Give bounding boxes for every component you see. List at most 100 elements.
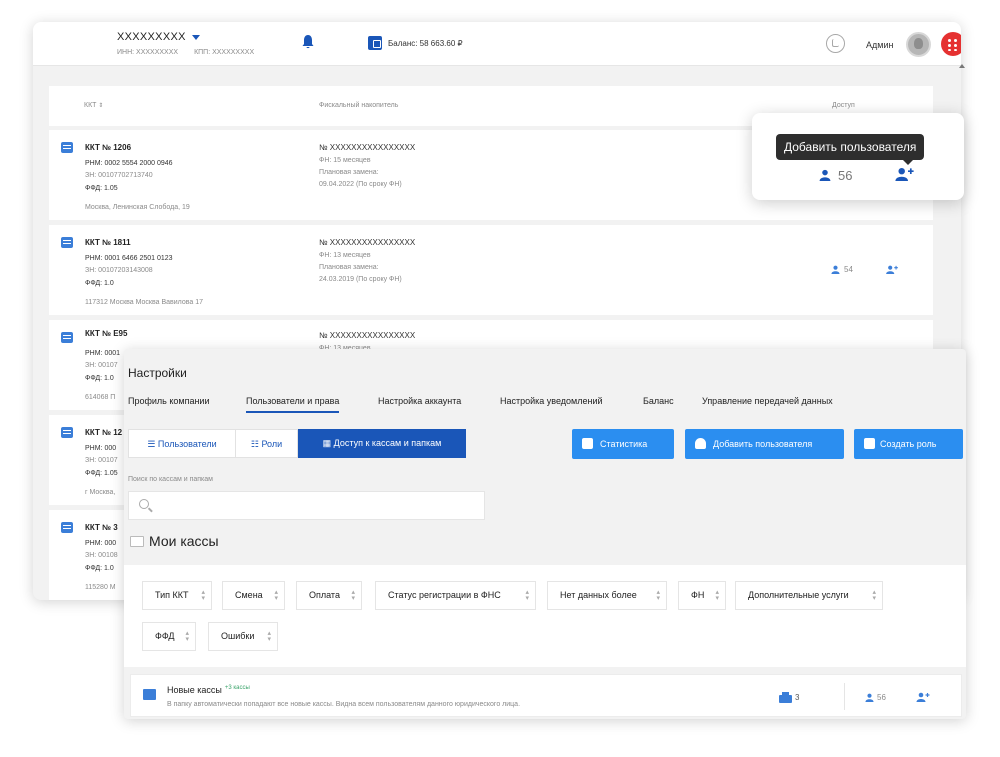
user-icon [819,169,831,181]
kkt-icon [61,332,73,343]
add-user-icon[interactable] [885,265,899,274]
kkt-zn: ЗН: 00107702713740 [85,172,153,179]
kkt-zn: ЗН: 00107203143008 [85,267,153,274]
fn-term: ФН: 15 месяцев [319,157,371,164]
chevron-down-icon [191,34,200,40]
kkt-rnm: РНМ: 0002 5554 2000 0946 [85,160,173,167]
filter-bar: Тип ККТ ▴ ▾ Смена ▴ ▾ Оплата ▴ ▾ Статус регист… [124,565,966,667]
search-input[interactable] [128,491,485,520]
org-selector[interactable]: XXXXXXXXX [117,31,200,43]
filter-kkt-type[interactable]: Тип ККТ ▴ ▾ [142,581,212,610]
filter-shift[interactable]: Смена ▴ ▾ [222,581,285,610]
add-user-icon[interactable] [894,167,915,181]
tab-users-rights[interactable]: Пользователи и права [246,396,340,413]
kkt-name: ККТ № 3 [85,523,118,532]
org-details: ИНН: XXXXXXXXX КПП: XXXXXXXXX [117,49,270,56]
add-user-icon[interactable] [916,692,930,702]
page-title: Настройки [128,366,187,380]
kkt-address: 614068 П [85,394,116,401]
create-role-button[interactable]: Создать роль [854,429,963,459]
folder-row[interactable]: Новые кассы +3 кассы В папку автоматическ… [130,674,962,717]
column-access: Доступ [832,102,855,109]
table-row[interactable]: ККТ № 1811 РНМ: 0001 6466 2501 0123 ЗН: … [49,225,933,315]
user-icon [865,693,874,702]
fn-number: № XXXXXXXXXXXXXXXX [319,331,416,340]
tab-account-settings[interactable]: Настройка аккаунта [378,396,461,406]
kkt-name: ККТ № 12 [85,428,123,437]
search-icon [139,499,149,509]
statistics-icon [582,438,593,449]
avatar[interactable] [906,32,931,57]
column-fn: Фискальный накопитель [319,102,399,109]
org-inn: ИНН: XXXXXXXXX [117,49,179,56]
tab-balance[interactable]: Баланс [643,396,674,406]
kkt-icon [61,427,73,438]
filter-fn[interactable]: ФН ▴ ▾ [678,581,726,610]
filter-payment[interactable]: Оплата ▴ ▾ [296,581,362,610]
brand-logo-icon[interactable] [941,32,961,56]
kkt-rnm: РНМ: 000 [85,445,117,452]
users-count: 56 [838,168,853,183]
kkt-ffd: ФФД: 1.0 [85,375,114,382]
tab-notification-settings[interactable]: Настройка уведомлений [500,396,603,406]
fn-date: 09.04.2022 (По сроку ФН) [319,181,402,188]
segment-kkt-access[interactable]: ▦ Доступ к кассам и папкам [298,429,466,458]
column-kkt[interactable]: ККТ ⇕ [84,102,103,109]
wallet-icon [368,36,382,50]
divider [844,683,845,710]
kkt-name: ККТ № 1206 [85,143,132,152]
whatsapp-icon[interactable] [826,34,845,53]
filter-errors[interactable]: Ошибки ▴ ▾ [208,622,278,651]
kkt-rnm: РНМ: 0001 6466 2501 0123 [85,255,173,262]
fn-term: ФН: 13 месяцев [319,252,371,259]
filter-extra-services[interactable]: Дополнительные услуги ▴ ▾ [735,581,883,610]
user-icon [831,265,840,274]
fn-replacement: Плановая замена: [319,264,379,271]
kkt-address: Москва, Ленинская Слобода, 19 [85,204,190,211]
kkt-zn: ЗН: 00108 [85,552,118,559]
kkt-icon [61,237,73,248]
role-icon [864,438,875,449]
tab-company-profile[interactable]: Профиль компании [128,396,210,406]
kkt-ffd: ФФД: 1.0 [85,565,114,572]
add-user-button[interactable]: Добавить пользователя [685,429,844,459]
folder-kkt-count: 3 [795,693,800,702]
kkt-rnm: РНМ: 0001 [85,350,121,357]
segment-users[interactable]: ☰ Пользователи [128,429,236,458]
kkt-ffd: ФФД: 1.05 [85,185,118,192]
roles-icon: ☷ [250,439,259,449]
filter-no-data[interactable]: Нет данных более ▴ ▾ [547,581,667,610]
folder-description: В папку автоматически попадают все новые… [167,701,521,708]
settings-window: Настройки Профиль компании Пользователи … [124,349,966,719]
bell-icon[interactable] [301,34,315,50]
user-name[interactable]: Админ [866,40,893,50]
balance-label[interactable]: Баланс: 58 663.60 ₽ [388,39,463,48]
kkt-zn: ЗН: 00107 [85,457,118,464]
org-name: XXXXXXXXX [117,31,186,43]
kkt-zn: ЗН: 00107 [85,362,118,369]
folder-new-count: +3 кассы [224,685,250,691]
search-label: Поиск по кассам и папкам [128,476,213,483]
kkt-ffd: ФФД: 1.0 [85,280,114,287]
tab-data-transfer[interactable]: Управление передачей данных [702,396,833,406]
segment-roles[interactable]: ☷ Роли [235,429,298,458]
folder-name: Новые кассы +3 кассы [167,685,250,695]
folder-icon [143,689,156,700]
filter-ffd[interactable]: ФФД ▴ ▾ [142,622,196,651]
section-title: Мои кассы [149,533,219,549]
kkt-icon [61,522,73,533]
statistics-button[interactable]: Статистика [572,429,674,459]
top-header: XXXXXXXXX ИНН: XXXXXXXXX КПП: XXXXXXXXX Б… [33,22,961,66]
kkt-address: 115280 М [85,584,116,591]
kkt-ffd: ФФД: 1.05 [85,470,118,477]
filter-fns-status[interactable]: Статус регистрации в ФНС ▴ ▾ [375,581,536,610]
fn-number: № XXXXXXXXXXXXXXXX [319,238,416,247]
kkt-rnm: РНМ: 000 [85,540,117,547]
user-icon [695,438,706,449]
org-kpp: КПП: XXXXXXXXX [194,49,255,56]
scroll-up-icon[interactable] [959,64,965,68]
kkt-name: ККТ № 1811 [85,238,131,247]
users-count: 54 [844,265,853,274]
fn-date: 24.03.2019 (По сроку ФН) [319,276,402,283]
fn-number: № XXXXXXXXXXXXXXXX [319,143,416,152]
